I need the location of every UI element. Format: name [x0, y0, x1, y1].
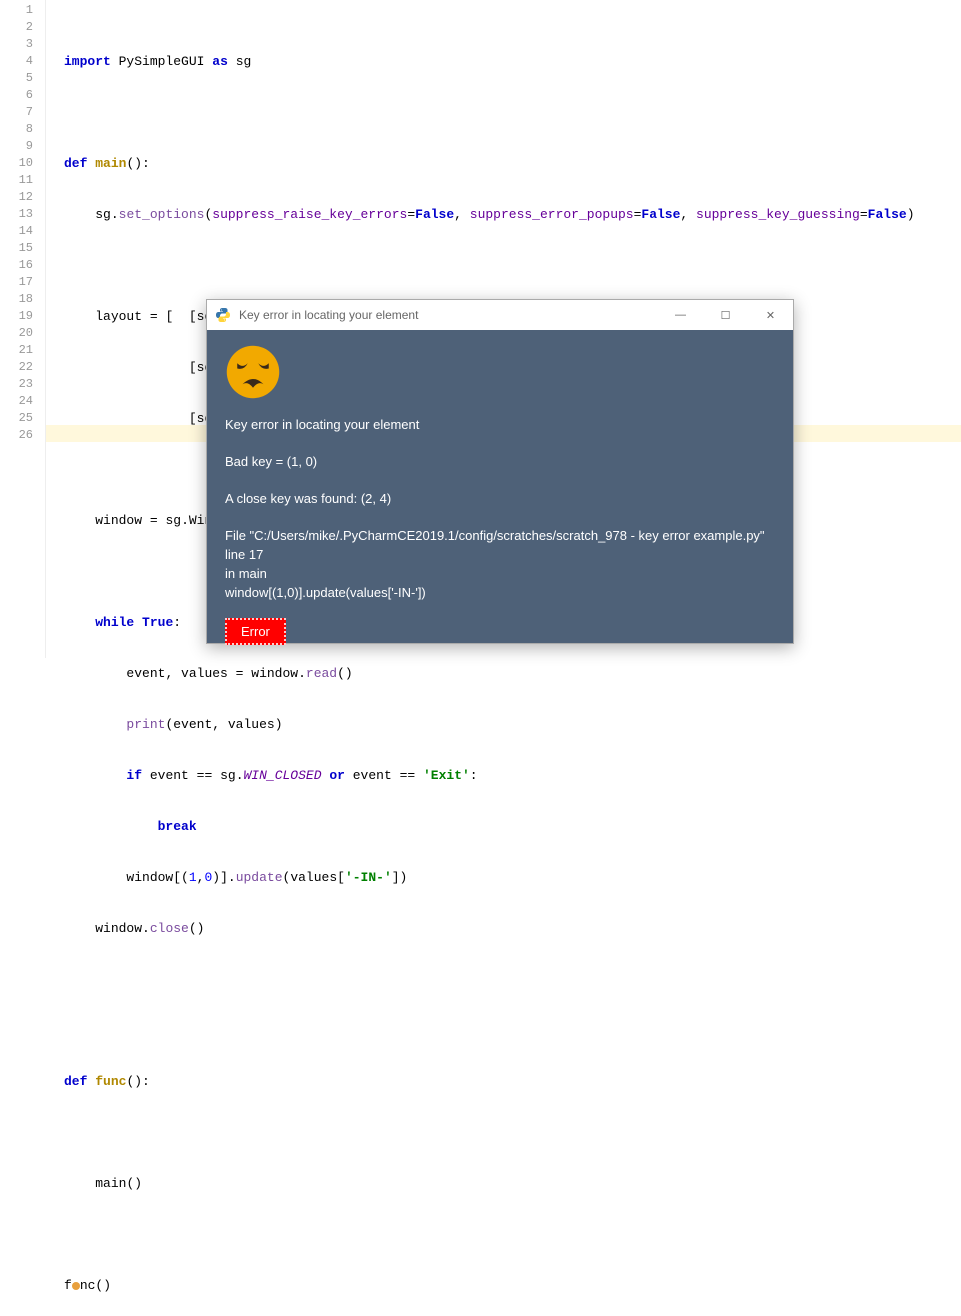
code-line: [64, 1124, 961, 1141]
line-number: 18: [0, 291, 33, 308]
code-line: if event == sg.WIN_CLOSED or event == 'E…: [64, 767, 961, 784]
python-icon: [215, 307, 231, 323]
line-number: 12: [0, 189, 33, 206]
code-line: fnc(): [64, 1277, 961, 1294]
line-number: 1: [0, 2, 33, 19]
code-line: event, values = window.read(): [64, 665, 961, 682]
line-number: 20: [0, 325, 33, 342]
dialog-text: Key error in locating your element: [225, 417, 775, 432]
line-number: 22: [0, 359, 33, 376]
line-number: 3: [0, 36, 33, 53]
dialog-body: Key error in locating your element Bad k…: [207, 330, 793, 659]
weary-face-icon: [225, 344, 281, 400]
line-number: 25: [0, 410, 33, 427]
line-number: 8: [0, 121, 33, 138]
error-button[interactable]: Error: [225, 618, 286, 645]
line-number: 10: [0, 155, 33, 172]
code-line: main(): [64, 1175, 961, 1192]
code-line: import PySimpleGUI as sg: [64, 53, 961, 70]
dialog-text: line 17: [225, 547, 775, 562]
dialog-title: Key error in locating your element: [239, 308, 658, 322]
dialog-text: File "C:/Users/mike/.PyCharmCE2019.1/con…: [225, 528, 775, 543]
line-number: 11: [0, 172, 33, 189]
line-number: 9: [0, 138, 33, 155]
code-line: window[(1,0)].update(values['-IN-']): [64, 869, 961, 886]
line-number: 6: [0, 87, 33, 104]
dialog-text: window[(1,0)].update(values['-IN-']): [225, 585, 775, 600]
line-number: 13: [0, 206, 33, 223]
code-line: [64, 971, 961, 988]
minimize-button[interactable]: —: [658, 300, 703, 330]
line-number: 23: [0, 376, 33, 393]
code-line: break: [64, 818, 961, 835]
code-line: def main():: [64, 155, 961, 172]
line-number: 19: [0, 308, 33, 325]
code-line: [64, 257, 961, 274]
code-line: print(event, values): [64, 716, 961, 733]
line-number-gutter: 1 2 3 4 5 6 7 8 9 10 11 12 13 14 15 16 1…: [0, 0, 46, 658]
line-number: 21: [0, 342, 33, 359]
line-number: 24: [0, 393, 33, 410]
dialog-titlebar[interactable]: Key error in locating your element — ☐ ✕: [207, 300, 793, 330]
dialog-text: A close key was found: (2, 4): [225, 491, 775, 506]
code-line: sg.set_options(suppress_raise_key_errors…: [64, 206, 961, 223]
code-line: [64, 1022, 961, 1039]
line-number: 5: [0, 70, 33, 87]
line-number: 17: [0, 274, 33, 291]
line-number: 14: [0, 223, 33, 240]
dialog-text: in main: [225, 566, 775, 581]
dialog-text: Bad key = (1, 0): [225, 454, 775, 469]
line-number: 2: [0, 19, 33, 36]
code-line: def func():: [64, 1073, 961, 1090]
code-line: [64, 104, 961, 121]
line-number: 4: [0, 53, 33, 70]
line-number: 7: [0, 104, 33, 121]
breakpoint-icon[interactable]: [72, 1282, 80, 1290]
line-number: 15: [0, 240, 33, 257]
line-number: 26: [0, 427, 33, 444]
code-line: window.close(): [64, 920, 961, 937]
close-button[interactable]: ✕: [748, 300, 793, 330]
line-number: 16: [0, 257, 33, 274]
maximize-button[interactable]: ☐: [703, 300, 748, 330]
code-line: [64, 1226, 961, 1243]
error-dialog: Key error in locating your element — ☐ ✕…: [206, 299, 794, 644]
